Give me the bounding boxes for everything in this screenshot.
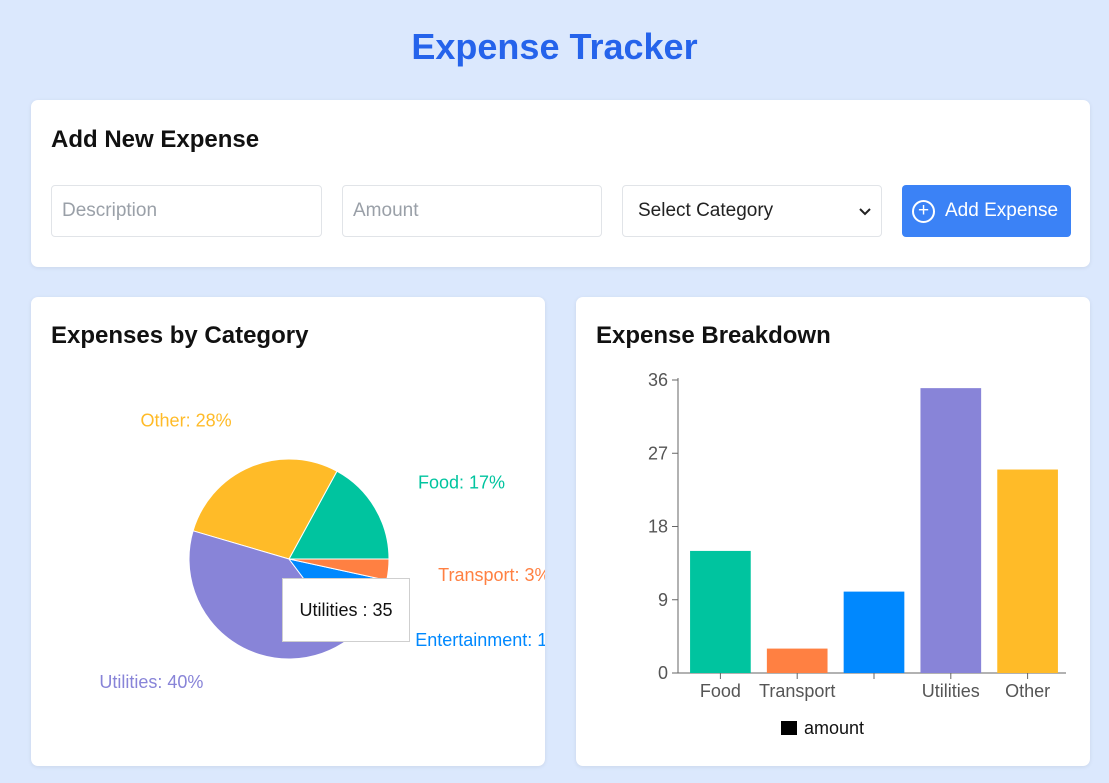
chevron-down-icon bbox=[859, 203, 871, 219]
bar-chart: 0 9 18 27 36 Food Transport Utilities Other amoun… bbox=[648, 370, 1066, 738]
amount-input[interactable]: Amount bbox=[342, 185, 602, 237]
x-tick-label-utilities: Utilities bbox=[922, 681, 980, 701]
y-tick-label: 27 bbox=[648, 443, 668, 463]
legend-label[interactable]: amount bbox=[804, 718, 864, 738]
add-expense-card: Add New Expense Description Amount Selec… bbox=[31, 100, 1090, 267]
add-expense-button-label: Add Expense bbox=[945, 200, 1059, 221]
y-tick-label: 0 bbox=[658, 663, 668, 683]
app-title: Expense Tracker bbox=[411, 26, 698, 67]
category-select[interactable]: Select Category bbox=[622, 185, 882, 237]
description-input[interactable]: Description bbox=[51, 185, 322, 237]
pie-chart: Food: 17% Other: 28% Utilities: 40% Enterta… bbox=[99, 410, 545, 692]
pie-label-food: Food: 17% bbox=[418, 472, 505, 492]
bar-chart-card: Expense Breakdown 0 9 18 27 36 Food Transport U… bbox=[576, 297, 1090, 766]
bar-utilities[interactable] bbox=[920, 388, 982, 673]
y-tick-label: 9 bbox=[658, 590, 668, 610]
pie-chart-card: Expenses by Category Food: 17% Other: 28%… bbox=[31, 297, 545, 766]
y-tick-label: 36 bbox=[648, 370, 668, 390]
y-tick-label: 18 bbox=[648, 517, 668, 537]
pie-label-entertainment: Entertainment: 11% bbox=[415, 630, 545, 650]
pie-label-other: Other: 28% bbox=[141, 410, 232, 430]
bar-other[interactable] bbox=[997, 469, 1058, 673]
add-expense-button[interactable]: + Add Expense bbox=[902, 185, 1071, 237]
x-tick-label-other: Other bbox=[1005, 681, 1050, 701]
description-placeholder: Description bbox=[62, 200, 158, 221]
x-tick-label-transport: Transport bbox=[759, 681, 835, 701]
bar-entertainment[interactable] bbox=[843, 591, 905, 673]
x-tick-label-food: Food bbox=[700, 681, 741, 701]
add-expense-heading: Add New Expense bbox=[51, 126, 260, 153]
legend-swatch bbox=[781, 721, 797, 735]
bar-food[interactable] bbox=[690, 550, 751, 673]
pie-label-utilities: Utilities: 40% bbox=[99, 672, 203, 692]
bar-transport[interactable] bbox=[766, 648, 828, 673]
category-select-value: Select Category bbox=[638, 200, 774, 221]
plus-circle-icon: + bbox=[912, 199, 935, 223]
chart-tooltip: Utilities : 35 bbox=[282, 578, 410, 642]
amount-placeholder: Amount bbox=[353, 200, 419, 221]
pie-label-transport: Transport: 3% bbox=[438, 565, 545, 585]
